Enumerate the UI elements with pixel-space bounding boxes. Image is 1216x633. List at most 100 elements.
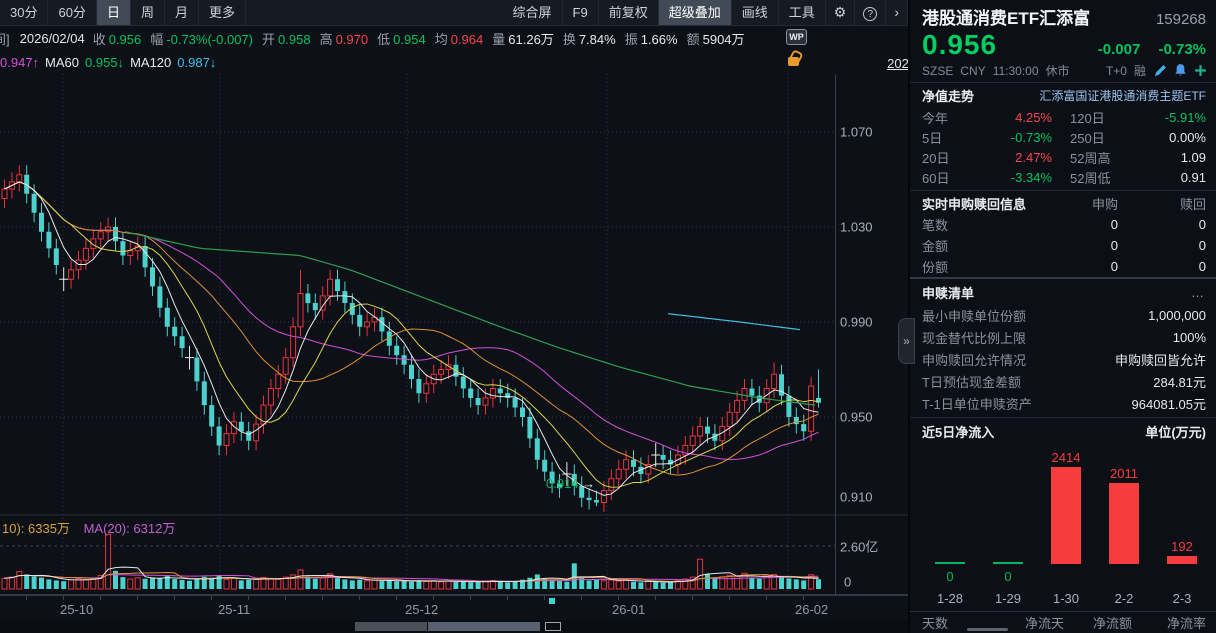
chevron-right-icon[interactable]: › bbox=[886, 0, 908, 25]
flow-stats-table: 天数净流天净流额净流率 5346176.59% bbox=[910, 611, 1216, 633]
y-axis-label: 0.990 bbox=[840, 314, 873, 330]
tab-tool-2[interactable]: F9 bbox=[563, 0, 599, 25]
x-axis: 25-10 25-11 25-12 26-01 26-02 bbox=[0, 595, 908, 620]
x-tick bbox=[359, 596, 360, 600]
settings-gear-icon[interactable]: ⚙ bbox=[826, 0, 856, 25]
t0-tag: T+0 bbox=[1105, 63, 1127, 78]
y-axis-label: 1.030 bbox=[840, 219, 873, 235]
flow-unit-label: 单位(万元) bbox=[1145, 425, 1206, 440]
x-tick bbox=[581, 596, 582, 600]
x-axis-label: 26-01 bbox=[612, 602, 646, 617]
info-field-幅: 幅 -0.73%(-0.007) bbox=[150, 31, 253, 47]
panel-expander[interactable]: » bbox=[898, 318, 915, 364]
flow-value-label: 0 bbox=[946, 569, 954, 584]
x-tick bbox=[618, 596, 619, 600]
x-tick bbox=[766, 596, 767, 600]
flow-date-label: 1-28 bbox=[936, 591, 964, 606]
rt-col-subscribe: 申购 bbox=[1091, 197, 1118, 212]
x-tick bbox=[285, 596, 286, 600]
scrollbar-thumb[interactable] bbox=[355, 622, 427, 631]
x-tick bbox=[322, 596, 323, 600]
tab-period-1[interactable]: 30分 bbox=[0, 0, 49, 25]
tab-tool-6[interactable]: 工具 bbox=[779, 0, 826, 25]
tab-tool-3[interactable]: 前复权 bbox=[599, 0, 659, 25]
x-tick bbox=[507, 596, 508, 600]
info-field-收: 收 0.956 bbox=[92, 31, 142, 47]
nav-row: 60日 -3.34% 52周低 0.91 bbox=[922, 169, 1206, 186]
rt-row: 笔数 0 0 bbox=[922, 217, 1206, 233]
flow-date-label: 2-3 bbox=[1172, 591, 1192, 606]
tab-period-2[interactable]: 60分 bbox=[48, 0, 97, 25]
wp-badge-icon[interactable]: WP bbox=[786, 29, 807, 45]
scrollbar-handle[interactable] bbox=[545, 622, 561, 631]
more-options-icon[interactable]: … bbox=[1191, 285, 1206, 300]
margin-tag: 融 bbox=[1133, 64, 1146, 78]
flow-section-title: 近5日净流入 bbox=[922, 425, 995, 440]
kline-chart-area[interactable]: 1.070 1.030 0.990 0.950 0.910 2.60亿 0 10… bbox=[0, 74, 908, 595]
list-section-title: 申赎清单 bbox=[922, 286, 975, 301]
x-tick bbox=[396, 596, 397, 600]
chart-scrollbar[interactable] bbox=[0, 620, 908, 633]
last-price: 0.956 bbox=[922, 29, 998, 60]
flow-bar bbox=[1167, 556, 1197, 564]
top-toolbar: 30分 60分日周月更多 综合屏 F9 前复权 超级叠加 画线 工具 ⚙? › bbox=[0, 0, 908, 26]
x-tick bbox=[692, 596, 693, 600]
info-field-量: 量 61.26万 bbox=[492, 31, 554, 47]
ma20-value: 0.947↑ bbox=[0, 54, 40, 70]
unlock-icon[interactable] bbox=[788, 57, 799, 66]
nav-row: 今年 4.25% 120日 -5.91% bbox=[922, 109, 1206, 126]
info-field-高: 高 0.970 bbox=[319, 31, 369, 47]
tab-period-6[interactable]: 更多 bbox=[199, 0, 246, 25]
volume-ma-legend: 10): 6335万 MA(20): 6312万 bbox=[2, 518, 175, 537]
fund-full-name[interactable]: 汇添富国证港股通消费主题ETF bbox=[1039, 87, 1206, 104]
flow-date-label: 1-29 bbox=[994, 591, 1022, 606]
x-tick bbox=[433, 596, 434, 600]
price-change: -0.007 -0.73% bbox=[1097, 41, 1206, 58]
x-tick bbox=[655, 596, 656, 600]
info-fields: 收 0.956 幅 -0.73%(-0.007) 开 0.958 高 0.970 低 0.954 均… bbox=[93, 29, 754, 48]
x-tick bbox=[26, 596, 27, 600]
y-axis-label: 0.950 bbox=[840, 409, 873, 425]
quote-panel: 港股通消费ETF汇添富 159268 0.956 -0.007 -0.73% S… bbox=[908, 0, 1216, 633]
scrollbar-thumb[interactable] bbox=[428, 622, 540, 631]
volume-ma10-label: 10): 6335万 bbox=[2, 521, 70, 536]
stats-label: 净流额 bbox=[1092, 615, 1132, 631]
edit-pencil-icon[interactable] bbox=[1153, 63, 1168, 78]
x-tick bbox=[100, 596, 101, 600]
help-icon[interactable]: ? bbox=[855, 0, 887, 25]
volume-ma20-label: MA(20): 6312万 bbox=[83, 521, 176, 536]
info-prefix: 间] bbox=[0, 31, 10, 47]
panel-scrollbar-thumb[interactable] bbox=[967, 628, 1008, 631]
info-field-低: 低 0.954 bbox=[377, 31, 426, 47]
info-field-均: 均 0.964 bbox=[434, 31, 484, 47]
add-plus-icon[interactable] bbox=[1193, 63, 1208, 78]
tab-period-3[interactable]: 日 bbox=[96, 0, 131, 25]
volume-axis-top: 2.60亿 bbox=[840, 539, 879, 555]
flow-value-label: 192 bbox=[1171, 539, 1193, 555]
info-field-振: 振 1.66% bbox=[624, 31, 678, 47]
market-status: SZSE CNY 11:30:00 休市 bbox=[922, 64, 1070, 78]
ma120-value: 0.987↓ bbox=[177, 54, 217, 70]
x-axis-label: 25-11 bbox=[218, 602, 251, 617]
info-field-额: 额 5904万 bbox=[686, 31, 745, 47]
event-marker-icon[interactable] bbox=[549, 598, 555, 604]
list-row: T日预估现金差额 284.81元 bbox=[922, 374, 1206, 390]
tab-tool-4[interactable]: 超级叠加 bbox=[658, 0, 732, 25]
tab-tool-1[interactable]: 综合屏 bbox=[503, 0, 563, 25]
tab-period-5[interactable]: 月 bbox=[165, 0, 199, 25]
rt-table: 笔数 0 0 金额 0 0 份额 0 0 bbox=[910, 214, 1216, 277]
nav-row: 20日 2.47% 52周高 1.09 bbox=[922, 149, 1206, 166]
tab-period-4[interactable]: 周 bbox=[131, 0, 165, 25]
nav-performance-grid: 今年 4.25% 120日 -5.91% 5日 -0.73% 250日 0.00% 20日 2.4… bbox=[910, 107, 1216, 187]
flow-zero-line bbox=[993, 562, 1023, 564]
alert-bell-icon[interactable] bbox=[1173, 63, 1188, 78]
nav-row: 5日 -0.73% 250日 0.00% bbox=[922, 129, 1206, 146]
ma60-label: MA60 bbox=[45, 54, 80, 70]
x-tick bbox=[211, 596, 212, 600]
flow-zero-line bbox=[935, 562, 965, 564]
info-field-换: 换 7.84% bbox=[562, 31, 616, 47]
info-field-开: 开 0.958 bbox=[262, 31, 311, 47]
ma60-value: 0.955↓ bbox=[85, 54, 125, 70]
list-row: 最小申赎单位份额 1,000,000 bbox=[922, 307, 1206, 324]
tab-tool-5[interactable]: 画线 bbox=[732, 0, 779, 25]
